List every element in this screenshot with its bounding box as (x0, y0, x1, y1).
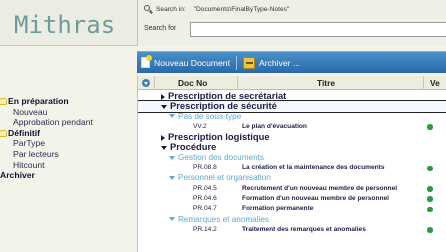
search-in-label: Search in: (156, 6, 186, 13)
search-icon[interactable] (144, 5, 153, 14)
search-bar: Search in: "Documents\FinalByType-Notes"… (137, 0, 446, 46)
status-dot-icon (427, 186, 433, 192)
app-logo: Mithras (0, 0, 137, 46)
group-label: Prescription de sécurité (161, 101, 277, 111)
table-group-row[interactable]: Prescription de sécurité (138, 100, 446, 113)
group-label-text: Procédure (170, 141, 217, 153)
search-input[interactable] (190, 22, 446, 37)
doc-title: Recrutement d'un nouveau membre de perso… (242, 184, 398, 192)
sidebar-section-label: Définitif (8, 127, 40, 138)
sidebar-item-archiver[interactable]: Archiver (0, 170, 137, 181)
column-divider (423, 76, 424, 90)
search-scope: Search in: "Documents\FinalByType-Notes" (144, 3, 289, 16)
sidebar-item-partype[interactable]: ParType (0, 138, 137, 149)
status-dot-icon (427, 196, 433, 202)
table-group-row[interactable]: Gestion des documents (138, 153, 446, 163)
expand-triangle-icon[interactable] (169, 155, 175, 160)
group-label-text: Remarques et anomalies (178, 214, 270, 224)
expand-triangle-icon[interactable] (169, 217, 175, 222)
group-label: Gestion des documents (169, 153, 264, 163)
doc-number: PR.04.7 (193, 205, 217, 213)
main-panel: Search in: "Documents\FinalByType-Notes"… (137, 0, 446, 252)
toolbar-divider (235, 55, 237, 70)
sidebar-item-nouveau[interactable]: Nouveau (0, 107, 137, 118)
sidebar-section-en-preparation[interactable]: En préparation (0, 96, 137, 107)
doc-title: La création et la maintenance des docume… (242, 164, 385, 172)
doc-number: PR.08.8 (193, 164, 217, 172)
doc-number: PR.04.5 (193, 184, 217, 192)
group-label: Remarques et anomalies (169, 215, 269, 225)
archive-label: Archiver ... (258, 57, 301, 68)
table-row[interactable]: PR.04.6 Formation d'un nouveau membre de … (138, 194, 446, 204)
table-group-row[interactable]: Personnel et organisation (138, 173, 446, 183)
status-dot-icon (427, 124, 433, 130)
table-group-row[interactable]: Procédure (138, 142, 446, 152)
sidebar-section-label: En préparation (8, 96, 69, 106)
table-row[interactable]: PR.08.8 La création et la maintenance des… (138, 163, 446, 173)
table-row[interactable]: PR.04.5 Recrutement d'un nouveau membre d… (138, 184, 446, 194)
expand-triangle-icon[interactable] (169, 114, 175, 119)
search-in-path: "Documents\FinalByType-Notes" (193, 6, 290, 13)
column-header-titre[interactable]: Titre (317, 78, 335, 88)
column-header-doc-no[interactable]: Doc No (178, 78, 207, 88)
toolbar: Nouveau Document Archiver ... (137, 51, 446, 73)
sort-icon[interactable] (142, 79, 150, 87)
table-group-row[interactable]: Remarques et anomalies (138, 215, 446, 225)
table-header: Doc No Titre Ve (138, 76, 446, 90)
document-table: Doc No Titre Ve Prescription de secrétar… (137, 76, 446, 252)
sidebar-item-hitcount[interactable]: Hitcount (0, 160, 137, 171)
group-label: Pas de sous-type (169, 112, 241, 122)
archive-button[interactable]: Archiver ... (239, 54, 304, 72)
new-document-button[interactable]: Nouveau Document (137, 54, 234, 72)
doc-title: Traitement des remarques et anomalies (242, 225, 366, 233)
expand-triangle-icon[interactable] (161, 93, 165, 100)
sidebar-nav: En préparation Nouveau Approbation penda… (0, 96, 137, 181)
status-dot-icon (427, 227, 433, 233)
column-divider (154, 76, 155, 90)
new-document-label: Nouveau Document (154, 57, 230, 68)
new-document-icon (141, 55, 152, 68)
sidebar-item-par-lecteurs[interactable]: Par lecteurs (0, 149, 137, 160)
search-for-label: Search for (144, 25, 177, 32)
group-label-text: Prescription de sécurité (170, 100, 277, 112)
folder-icon (0, 129, 7, 137)
expand-triangle-icon[interactable] (169, 176, 175, 181)
status-dot-icon (427, 165, 433, 172)
archive-icon (242, 56, 255, 69)
folder-icon (0, 97, 7, 105)
group-label: Personnel et organisation (169, 173, 271, 183)
sidebar-item-approbation-pendant[interactable]: Approbation pendant (0, 117, 137, 128)
group-label-text: Personnel et organisation (178, 173, 271, 183)
status-dot-icon (427, 206, 433, 213)
sidebar: Mithras En préparation Nouveau Approbati… (0, 0, 137, 252)
doc-number: PR.04.6 (193, 194, 217, 202)
table-row[interactable]: PR.14.2 Traitement des remarques et anoma… (138, 225, 446, 235)
group-label-text: Pas de sous-type (178, 111, 242, 121)
expand-triangle-icon[interactable] (161, 146, 167, 150)
doc-number: PR.14.2 (193, 225, 217, 233)
table-group-row[interactable]: Pas de sous-type (138, 112, 446, 122)
app-window: Mithras En préparation Nouveau Approbati… (0, 0, 446, 252)
column-header-version[interactable]: Ve (430, 78, 440, 88)
expand-triangle-icon[interactable] (161, 104, 167, 109)
table-body: Prescription de secrétariat Prescription … (138, 90, 446, 235)
doc-title: Formation permanente (242, 205, 314, 213)
sidebar-section-definitif[interactable]: Définitif (0, 128, 137, 139)
table-row[interactable]: PR.04.7 Formation permanente (138, 204, 446, 214)
column-divider (237, 76, 238, 90)
group-label-text: Gestion des documents (178, 152, 265, 162)
doc-title: Formation d'un nouveau membre de personn… (242, 194, 390, 202)
group-label: Procédure (161, 142, 216, 152)
expand-triangle-icon[interactable] (161, 134, 165, 141)
